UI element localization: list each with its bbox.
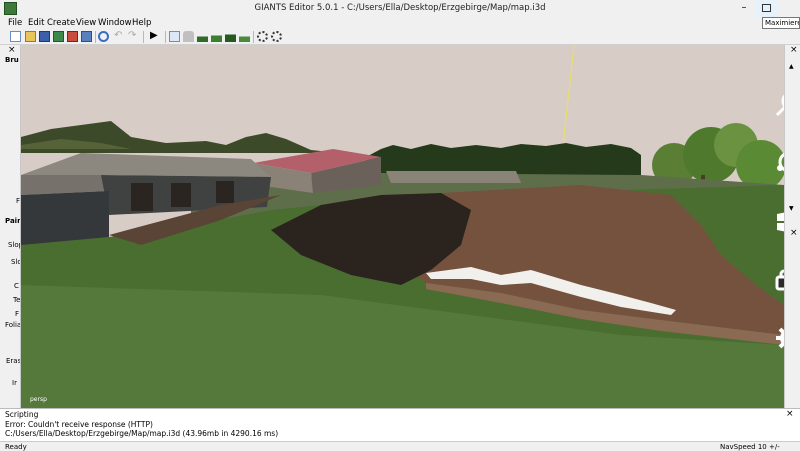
console-line: Error: Couldn't receive response (HTTP) <box>5 420 153 429</box>
scroll-up-icon[interactable]: ▲ <box>789 63 794 70</box>
panel-label-slope: Slop <box>8 241 20 249</box>
menu-window[interactable]: Window <box>98 18 132 28</box>
window-title: GIANTS Editor 5.0.1 - C:/Users/Ella/Desk… <box>254 3 546 13</box>
scripting-console: Scripting Error: Couldn't receive respon… <box>0 408 800 441</box>
menu-view[interactable]: View <box>76 18 96 28</box>
panel-label-ir: Ir <box>12 379 17 387</box>
search-icon[interactable] <box>771 87 784 123</box>
panel-label: F <box>16 197 21 205</box>
panel-label-foliage: Folia <box>5 321 21 329</box>
terrain-paint-icon[interactable] <box>211 31 222 42</box>
import-icon[interactable] <box>81 31 92 42</box>
maximize-tooltip: Maximieren <box>762 17 800 29</box>
menu-edit[interactable]: Edit <box>28 18 44 28</box>
play-icon[interactable]: ▶ <box>150 31 161 42</box>
open-folder-icon[interactable] <box>25 31 36 42</box>
scroll-down-icon[interactable]: ▼ <box>789 205 794 212</box>
console-title: Scripting <box>5 410 39 419</box>
menu-help[interactable]: Help <box>132 18 151 28</box>
new-file-icon[interactable] <box>10 31 21 42</box>
redo-icon[interactable]: ↷ <box>128 31 139 42</box>
export-icon[interactable] <box>67 31 78 42</box>
terrain-sculpt-icon[interactable] <box>197 31 208 42</box>
panel-label-c: C <box>14 282 19 290</box>
camera-label: persp <box>30 396 47 403</box>
panel-label-brush: Bru <box>5 56 19 64</box>
toolbar: ↶ ↷ ▶ <box>0 29 800 45</box>
brush-panel: × Bru F Pair Slop Slo C Te F Folia Eras … <box>0 45 21 408</box>
status-bar: Ready NavSpeed 10 +/- <box>0 441 800 451</box>
title-bar: GIANTS Editor 5.0.1 - C:/Users/Ella/Desk… <box>0 0 800 17</box>
gear-brush-icon[interactable] <box>257 31 268 42</box>
menu-create[interactable]: Create <box>47 18 75 28</box>
terrain-smooth-icon[interactable] <box>239 31 250 42</box>
menu-bar: File Edit Create View Window Help <box>0 17 800 29</box>
refresh-icon[interactable] <box>98 31 109 42</box>
maximize-button[interactable] <box>755 0 777 17</box>
panel-label-f: F <box>15 310 20 318</box>
console-close-button[interactable]: × <box>786 409 794 419</box>
share-icon[interactable] <box>771 144 784 180</box>
console-line: C:/Users/Ella/Desktop/Erzgebirge/Map/map… <box>5 429 279 438</box>
panel-label-te: Te <box>13 296 21 304</box>
save-as-icon[interactable] <box>53 31 64 42</box>
right-dock: × ▲ ▼ × <box>784 45 800 408</box>
3d-viewport[interactable]: persp <box>21 45 784 408</box>
save-icon[interactable] <box>39 31 50 42</box>
panel-label-erase: Eras <box>6 357 21 365</box>
maximize-icon <box>761 4 771 12</box>
panel-label-slope2: Slo <box>11 258 21 266</box>
windows-start-icon[interactable] <box>771 204 784 240</box>
right-dock-close-button[interactable]: × <box>790 45 798 55</box>
menu-file[interactable]: File <box>8 18 22 28</box>
panel-close-button[interactable]: × <box>8 45 16 55</box>
settings-gear-icon[interactable] <box>771 320 784 356</box>
select-tool-icon[interactable] <box>169 31 180 42</box>
undo-icon[interactable]: ↶ <box>114 31 125 42</box>
foliage-paint-icon[interactable] <box>225 31 236 42</box>
devices-icon[interactable] <box>771 263 784 299</box>
settings-brush-icon[interactable] <box>271 31 282 42</box>
panel-label-paint: Pair <box>5 217 21 225</box>
move-tool-icon[interactable] <box>183 31 194 42</box>
scene-render <box>21 45 784 408</box>
minimize-button[interactable]: – <box>733 0 755 17</box>
right-dock-close-button-2[interactable]: × <box>790 228 798 238</box>
